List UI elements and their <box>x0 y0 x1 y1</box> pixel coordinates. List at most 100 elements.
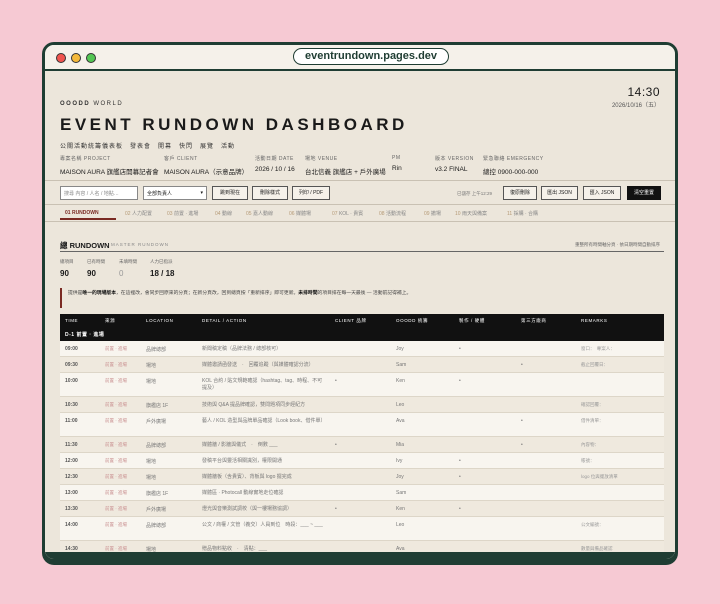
cell-client[interactable]: • <box>335 378 337 384</box>
minimize-window-button[interactable] <box>71 53 81 63</box>
cell-detail[interactable]: 媒體牆 / 影牆與儀式 · 倒數 ___ <box>202 442 326 449</box>
cell-src[interactable]: 前置 · 進場 <box>105 402 127 408</box>
cell-remark[interactable]: 截止回覆日： <box>581 362 608 368</box>
cell-ooodd[interactable]: Ivy <box>396 458 402 464</box>
address-bar[interactable]: eventrundown.pages.dev <box>293 48 450 65</box>
cell-src[interactable]: 前置 · 進場 <box>105 490 127 496</box>
cell-ooodd[interactable]: Ava <box>396 418 405 424</box>
cell-time[interactable]: 12:30 <box>65 474 78 480</box>
cell-ooodd[interactable]: Ken <box>396 506 405 512</box>
cell-time[interactable]: 12:00 <box>65 458 78 464</box>
cell-prod[interactable]: • <box>459 458 461 464</box>
cell-loc[interactable]: 旗艦店 1F <box>146 402 168 409</box>
search-input[interactable]: 搜尋 內容 / 人名 / 地點… <box>60 186 138 200</box>
clear-style-button[interactable]: 刪除樣式 <box>252 186 288 200</box>
print-button[interactable]: 列印 / PDF <box>292 186 330 200</box>
cell-ooodd[interactable]: Sam <box>396 490 406 496</box>
cell-detail[interactable]: KOL 合約 / 貼文規範確認（hashtag、tag、時程、不可提及） <box>202 378 326 392</box>
table-row[interactable]: 12:00 前置 · 進場 場地 發稿平台與靈活相關識別，權限開通 Ivy • 帳號： <box>60 453 664 469</box>
cell-src[interactable]: 前置 · 進場 <box>105 378 127 384</box>
cell-detail[interactable]: 媒體邀請函發送 · 回覆追蹤（與媒體確認分流） <box>202 362 326 369</box>
cell-loc[interactable]: 品牌總部 <box>146 346 166 353</box>
table-row[interactable]: 14:00 前置 · 進場 品牌總部 公文 / 商權 / 文管（義交）人員到位 時段：… <box>60 517 664 541</box>
cell-loc[interactable]: 場地 <box>146 474 156 481</box>
tab-teardown[interactable]: 09 撤場 <box>424 210 441 217</box>
cell-time[interactable]: 14:00 <box>65 522 78 528</box>
cell-loc[interactable]: 戶外廣場 <box>146 506 166 513</box>
cell-client[interactable]: • <box>335 442 337 448</box>
table-row[interactable]: 13:30 前置 · 進場 戶外廣場 燈光與音樂測試調校（與一樓場務協調） • Ken • <box>60 501 664 517</box>
cell-src[interactable]: 前置 · 進場 <box>105 474 127 480</box>
import-json-button[interactable]: 匯入 JSON <box>583 186 621 200</box>
cell-prod[interactable]: • <box>459 474 461 480</box>
cell-loc[interactable]: 場地 <box>146 378 156 385</box>
cell-prod[interactable]: • <box>459 346 461 352</box>
cell-src[interactable]: 前置 · 進場 <box>105 458 127 464</box>
cell-loc[interactable]: 品牌總部 <box>146 442 166 449</box>
cell-src[interactable]: 前置 · 進場 <box>105 442 127 448</box>
cell-ooodd[interactable]: Joy <box>396 346 404 352</box>
cell-ooodd[interactable]: Sam <box>396 362 406 368</box>
cell-detail[interactable]: 新聞稿定稿（品牌法務 / 總部核可） <box>202 346 326 353</box>
cell-remark[interactable]: 內容物： <box>581 442 599 448</box>
cell-third[interactable]: • <box>521 362 523 368</box>
table-row[interactable]: 09:00 前置 · 進場 品牌總部 新聞稿定稿（品牌法務 / 總部核可） Joy • 窗口… <box>60 341 664 357</box>
table-row[interactable]: 11:00 前置 · 進場 戶外廣場 藝人 / KOL 造型與品牌單品確認（Look … <box>60 413 664 437</box>
tab-purchase[interactable]: 11 採購 · 合購 <box>507 210 538 217</box>
cell-third[interactable]: • <box>521 442 523 448</box>
cell-remark[interactable]: 公文編號： <box>581 522 604 528</box>
cell-loc[interactable]: 戶外廣場 <box>146 418 166 425</box>
cell-client[interactable]: • <box>335 506 337 512</box>
cell-remark[interactable]: 帳號： <box>581 458 595 464</box>
table-row[interactable]: 10:00 前置 · 進場 場地 KOL 合約 / 貼文規範確認（hashtag、ta… <box>60 373 664 397</box>
table-row[interactable]: 12:30 前置 · 進場 場地 媒體牆板（含貴賓）、背板與 logo 擺完成 Joy •… <box>60 469 664 485</box>
reset-button[interactable]: 清空重置 <box>627 186 661 200</box>
cell-ooodd[interactable]: Leo <box>396 522 404 528</box>
table-row[interactable]: 13:00 前置 · 進場 旗艦店 1F 媒體區 · Photocall 動線實地走位… <box>60 485 664 501</box>
tab-setup[interactable]: 03 前置 · 進場 <box>167 210 198 217</box>
table-row[interactable]: 09:30 前置 · 進場 場地 媒體邀請函發送 · 回覆追蹤（與媒體確認分流） Sam… <box>60 357 664 373</box>
cell-loc[interactable]: 場地 <box>146 362 156 369</box>
cell-detail[interactable]: 技術與 Q&A 提品牌確認，雙問題項同步經紀方 <box>202 402 326 409</box>
cell-time[interactable]: 11:30 <box>65 442 78 448</box>
cell-src[interactable]: 前置 · 進場 <box>105 418 127 424</box>
tab-guest-flow[interactable]: 05 嘉人動線 <box>246 210 273 217</box>
cell-ooodd[interactable]: Leo <box>396 402 404 408</box>
tab-kol-vip[interactable]: 07 KOL · 貴賓 <box>332 210 363 217</box>
table-row[interactable]: 10:30 前置 · 進場 旗艦店 1F 技術與 Q&A 提品牌確認，雙問題項同步經紀… <box>60 397 664 413</box>
close-window-button[interactable] <box>56 53 66 63</box>
export-json-button[interactable]: 匯出 JSON <box>541 186 578 200</box>
jump-now-button[interactable]: 跳到現在 <box>212 186 248 200</box>
cell-detail[interactable]: 媒體區 · Photocall 動線實地走位確認 <box>202 490 326 497</box>
cell-detail[interactable]: 藝人 / KOL 造型與品牌單品確認（Look book、借件單） <box>202 418 326 425</box>
cell-src[interactable]: 前置 · 進場 <box>105 362 127 368</box>
maximize-window-button[interactable] <box>86 53 96 63</box>
cell-time[interactable]: 13:30 <box>65 506 78 512</box>
cell-detail[interactable]: 公文 / 商權 / 文管（義交）人員到位 時段：___ ~ ___ <box>202 522 326 529</box>
tab-staffing[interactable]: 02 人力配置 <box>125 210 152 217</box>
cell-time[interactable]: 09:30 <box>65 362 78 368</box>
table-row[interactable]: 11:30 前置 · 進場 品牌總部 媒體牆 / 影牆與儀式 · 倒數 ___ • Mia… <box>60 437 664 453</box>
tab-flow[interactable]: 04 動線 <box>215 210 232 217</box>
cell-remark[interactable]: 確認回覆： <box>581 402 604 408</box>
owner-select[interactable]: 全部負責人 ▾ <box>143 186 207 200</box>
cell-prod[interactable]: • <box>459 378 461 384</box>
cell-remark[interactable]: 借件清單： <box>581 418 604 424</box>
restore-button[interactable]: 復原刪除 <box>503 186 537 200</box>
tab-event-flow[interactable]: 08 活動流程 <box>379 210 406 217</box>
cell-detail[interactable]: 媒體牆板（含貴賓）、背板與 logo 擺完成 <box>202 474 326 481</box>
cell-loc[interactable]: 品牌總部 <box>146 522 166 529</box>
cell-src[interactable]: 前置 · 進場 <box>105 506 127 512</box>
cell-ooodd[interactable]: Mia <box>396 442 404 448</box>
cell-loc[interactable]: 場地 <box>146 458 156 465</box>
cell-third[interactable]: • <box>521 418 523 424</box>
cell-time[interactable]: 11:00 <box>65 418 78 424</box>
tab-rain-plan[interactable]: 10 雨天與備案 <box>455 210 487 217</box>
cell-time[interactable]: 13:00 <box>65 490 78 496</box>
cell-time[interactable]: 10:30 <box>65 402 78 408</box>
cell-time[interactable]: 09:00 <box>65 346 78 352</box>
cell-prod[interactable]: • <box>459 506 461 512</box>
cell-time[interactable]: 10:00 <box>65 378 78 384</box>
cell-src[interactable]: 前置 · 進場 <box>105 346 127 352</box>
cell-remark[interactable]: logo 位與擺放清單 <box>581 474 618 480</box>
